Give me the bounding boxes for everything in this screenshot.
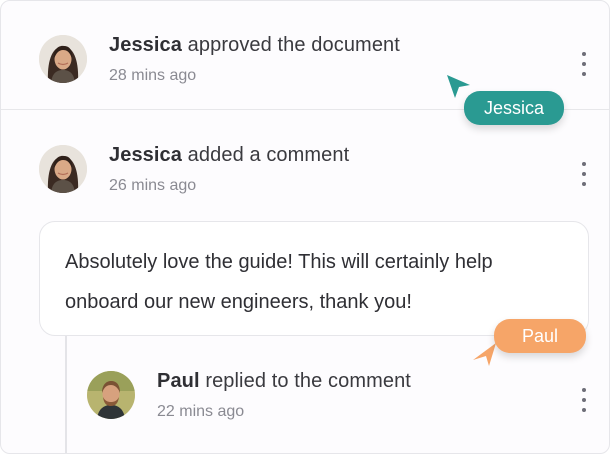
thread-line	[65, 336, 67, 453]
actor-name: Paul	[157, 370, 200, 392]
activity-text-2: Jessica added a comment	[109, 144, 349, 167]
avatar-jessica	[39, 145, 87, 193]
avatar-paul	[87, 371, 135, 419]
timestamp: 28 mins ago	[109, 67, 197, 84]
activity-feed-card: Jessica approved the document 28 mins ag…	[0, 0, 610, 454]
cursor-label-paul: Paul	[494, 319, 587, 353]
cursor-label-jessica: Jessica	[464, 91, 565, 125]
actor-name: Jessica	[109, 144, 182, 166]
timestamp: 26 mins ago	[109, 177, 197, 194]
action-text: replied to the comment	[205, 370, 411, 392]
comment-text: Absolutely love the guide! This will cer…	[65, 251, 493, 313]
timestamp: 22 mins ago	[157, 403, 245, 420]
action-text: approved the document	[187, 34, 400, 56]
actor-name: Jessica	[109, 34, 182, 56]
activity-text-3: Paul replied to the comment	[157, 370, 411, 393]
activity-text-1: Jessica approved the document	[109, 34, 400, 57]
avatar-jessica	[39, 35, 87, 83]
action-text: added a comment	[187, 144, 350, 166]
cursor-arrow-icon	[473, 343, 496, 366]
more-vertical-icon[interactable]	[575, 385, 593, 415]
more-vertical-icon[interactable]	[575, 49, 593, 79]
more-vertical-icon[interactable]	[575, 159, 593, 189]
